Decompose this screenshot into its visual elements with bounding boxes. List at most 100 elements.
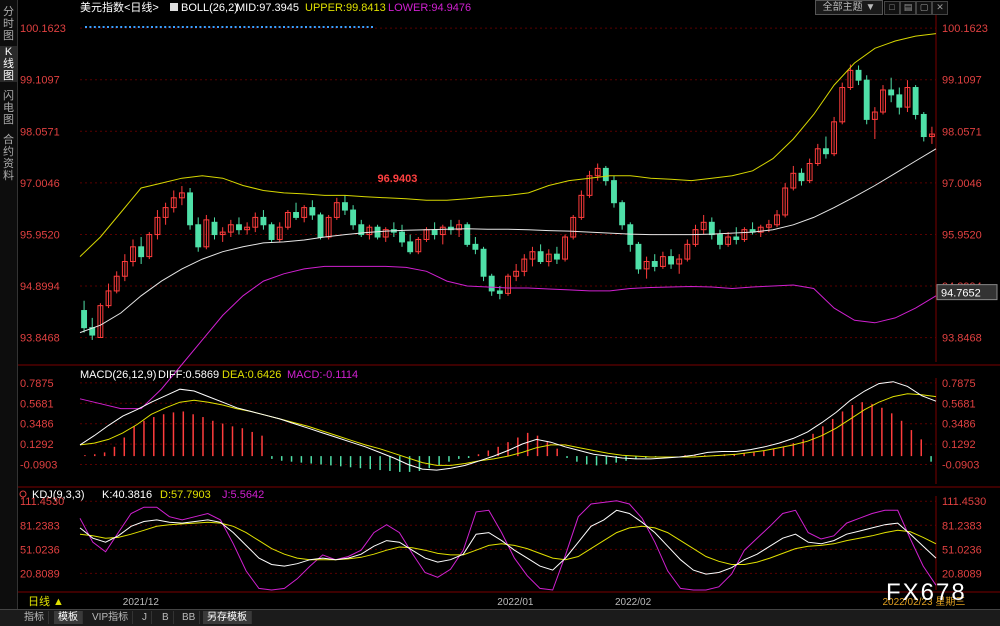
- y-tick-label-right: 0.7875: [942, 378, 976, 390]
- candle-body: [896, 94, 903, 108]
- signal-dot: [199, 26, 202, 28]
- y-tick-label-right: 95.9520: [942, 229, 982, 241]
- tab-bb[interactable]: BB: [178, 611, 201, 624]
- macd-title: MACD(26,12,9): [80, 369, 156, 381]
- signal-dot: [296, 26, 299, 28]
- signal-dot: [331, 26, 334, 28]
- signal-dot: [230, 26, 233, 28]
- signal-dot: [173, 26, 175, 28]
- y-tick-label-left: 99.1097: [20, 75, 60, 87]
- signal-dot: [89, 26, 92, 28]
- candle-body: [855, 69, 862, 81]
- signal-dot: [120, 26, 123, 28]
- stock-chart[interactable]: 96.940394.626299.4246 100.1623100.162399…: [0, 0, 1000, 609]
- candle-body: [407, 241, 414, 253]
- candle-body: [611, 180, 617, 204]
- theme-select[interactable]: 全部主题 ▼: [815, 0, 883, 15]
- signal-dot: [186, 26, 189, 28]
- chart-title: 美元指数<日线>: [80, 0, 159, 14]
- tab-b[interactable]: B: [158, 611, 174, 624]
- y-tick-label-left: 93.8468: [20, 333, 60, 345]
- kdj-title: KDJ(9,3,3): [32, 489, 85, 501]
- tab-j[interactable]: J: [138, 611, 152, 624]
- signal-dot: [221, 26, 224, 28]
- signal-dot: [115, 26, 118, 28]
- tab-indicators[interactable]: 指标: [20, 611, 49, 624]
- candle-body: [187, 192, 194, 226]
- boll-readout: UPPER:99.8413: [305, 2, 386, 14]
- tab-kline[interactable]: K线图: [0, 46, 17, 82]
- candle-body: [708, 221, 715, 236]
- y-tick-label-right: 97.0046: [942, 178, 982, 190]
- candle-body: [350, 209, 357, 226]
- indicator-icon: [170, 3, 178, 11]
- candle-body: [464, 224, 471, 245]
- signal-dot: [133, 26, 136, 28]
- candle-body: [863, 79, 870, 120]
- tab-save-template[interactable]: 另存模板: [203, 611, 252, 624]
- candle-body: [733, 236, 740, 240]
- candle-body: [138, 246, 145, 258]
- restore-window-icon[interactable]: □: [884, 1, 900, 15]
- y-tick-label-right: 0.1292: [942, 439, 976, 451]
- close-window-icon[interactable]: ✕: [932, 1, 948, 15]
- signal-dot: [366, 26, 369, 28]
- y-tick-label-right: 99.1097: [942, 75, 982, 87]
- y-tick-label-right: 93.8468: [942, 333, 982, 345]
- signal-dot: [371, 26, 373, 28]
- signal-dot: [291, 26, 294, 28]
- tab-template[interactable]: 模板: [54, 611, 83, 624]
- signal-dot: [239, 26, 241, 28]
- layout-icon[interactable]: ▤: [900, 1, 916, 15]
- signal-dot: [234, 26, 237, 28]
- tab-contract-info[interactable]: 合约资料: [0, 134, 17, 182]
- candle-body: [431, 229, 438, 236]
- y-tick-label-left: 81.2383: [20, 520, 60, 532]
- signal-dot: [340, 26, 343, 28]
- signal-dot: [111, 26, 114, 28]
- watermark: FX678: [886, 579, 967, 606]
- price-annotation: 96.9403: [378, 173, 418, 185]
- y-tick-label-left: 97.0046: [20, 178, 60, 190]
- signal-dot: [137, 26, 140, 28]
- tab-time-sharing[interactable]: 分时图: [0, 6, 17, 42]
- maximize-window-icon[interactable]: ▢: [916, 1, 932, 15]
- y-tick-label-left: 0.7875: [20, 378, 54, 390]
- signal-dot: [151, 26, 153, 28]
- y-tick-label-left: -0.0903: [20, 460, 57, 472]
- tab-flash-chart[interactable]: 闪电图: [0, 90, 17, 126]
- signal-dot: [349, 26, 351, 28]
- candle-body: [399, 231, 405, 243]
- candle-body: [668, 256, 674, 265]
- signal-dot: [300, 26, 303, 28]
- signal-dot: [252, 26, 255, 28]
- y-tick-label-right: 81.2383: [942, 520, 982, 532]
- candle-body: [553, 253, 560, 260]
- signal-dot: [305, 26, 307, 28]
- signal-dot: [269, 26, 272, 28]
- y-tick-label-right: 0.3486: [942, 419, 976, 431]
- macd-readout: DIFF:0.5869: [158, 369, 219, 381]
- signal-dot: [93, 26, 96, 28]
- signal-dot: [129, 26, 131, 28]
- y-tick-label-left: 51.0236: [20, 544, 60, 556]
- macd-readout: MACD:-0.1114: [287, 369, 358, 381]
- signal-dot: [265, 26, 268, 28]
- tab-vip-indicators[interactable]: VIP指标: [88, 611, 134, 624]
- signal-dot: [243, 26, 246, 28]
- signal-dot: [357, 26, 360, 28]
- period-label: 日线 ▲: [28, 594, 64, 608]
- signal-dot: [353, 26, 356, 28]
- macd-readout: DEA:0.6426: [222, 369, 281, 381]
- signal-dot: [177, 26, 180, 28]
- signal-dot: [212, 26, 215, 28]
- candle-body: [236, 224, 242, 231]
- candle-body: [912, 87, 919, 115]
- y-tick-label-right: -0.0903: [942, 460, 979, 472]
- y-tick-label-left: 20.8089: [20, 568, 60, 580]
- signal-dot: [322, 26, 325, 28]
- y-tick-label-right: 51.0236: [942, 544, 982, 556]
- signal-dot: [247, 26, 250, 28]
- candle-body: [717, 234, 723, 245]
- y-tick-label-left: 0.1292: [20, 439, 54, 451]
